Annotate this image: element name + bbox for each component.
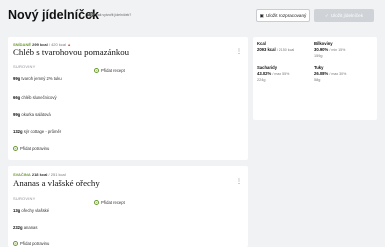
ingredient-amount: 13g: [13, 208, 21, 213]
ingredient-amount: 232g: [13, 225, 23, 230]
ingredient-row[interactable]: 13g ořechy vlašské: [13, 208, 49, 213]
plus-icon: +: [94, 200, 99, 205]
add-recipe-label: Přidat recept: [101, 200, 125, 205]
ingredient-name: ořechy vlašské: [21, 208, 50, 213]
protein-percent: 30.90%: [314, 47, 329, 52]
ingredient-name: okurka salátová: [21, 112, 51, 117]
plus-icon: +: [13, 241, 18, 246]
page-title: Nový jídelníček: [8, 8, 100, 22]
kcal-amount: 2093 kcal: [257, 47, 276, 52]
meal-tag: SVAČINA 218 kcal / 251 kcal: [13, 172, 66, 177]
ingredient-row[interactable]: 99g tvaroh jemný 2% tuku: [13, 76, 62, 81]
kcal-target: / 2150 kcal: [276, 48, 295, 52]
plus-icon: +: [13, 146, 18, 151]
meal-type: SVAČINA: [13, 172, 31, 177]
save-plan-button[interactable]: ✓ Uložit jídelníček: [314, 9, 374, 22]
protein-grams: 159g: [314, 54, 323, 58]
question-icon: ?: [89, 12, 94, 17]
save-icon: ▣: [259, 12, 264, 18]
ingredient-amount: 66g: [13, 95, 21, 100]
ingredient-amount: 99g: [13, 112, 21, 117]
ingredients-label: SUROVINY: [13, 64, 36, 69]
add-recipe-link[interactable]: + Přidat recept: [94, 68, 125, 73]
meal-card-snack: SVAČINA 218 kcal / 251 kcal Ananas a vla…: [8, 166, 248, 247]
ingredient-amount: 132g: [13, 129, 23, 134]
fat-grams: 58g: [314, 78, 321, 82]
ingredient-name: tvaroh jemný 2% tuku: [21, 76, 62, 81]
meal-name: Chléb s tvarohovou pomazánkou: [13, 47, 130, 57]
ingredient-row[interactable]: 232g ananas: [13, 225, 37, 230]
fat-percent: 26.08%: [314, 71, 329, 76]
save-draft-label: Uložit rozpracovaný: [266, 13, 307, 18]
add-food-link[interactable]: + Přidat potravinu: [13, 146, 49, 151]
add-food-link[interactable]: + Přidat potravinu: [13, 241, 49, 246]
check-icon: ✓: [324, 12, 329, 18]
fat-value: 26.08% / max 30%: [314, 71, 346, 76]
save-plan-label: Uložit jídelníček: [330, 13, 364, 18]
meal-name: Ananas a vlašské ořechy: [13, 178, 100, 188]
ingredient-name: sýr cottage - průměr: [23, 129, 62, 134]
carbs-value: 43.02% / max 55%: [257, 71, 289, 76]
kcal-value: 2093 kcal / 2150 kcal: [257, 47, 294, 52]
protein-label: Bílkoviny: [314, 41, 333, 46]
carbs-range: / max 55%: [272, 72, 290, 76]
help-link[interactable]: ? Jak vytvořit jídelníček?: [89, 12, 131, 17]
ingredient-row[interactable]: 66g chléb slunečnicový: [13, 95, 57, 100]
add-food-label: Přidat potravinu: [20, 241, 50, 246]
more-options-icon[interactable]: ⋮: [236, 179, 242, 185]
carbs-grams: 224g: [257, 78, 266, 82]
ingredient-amount: 99g: [13, 76, 21, 81]
plus-icon: +: [94, 68, 99, 73]
add-recipe-label: Přidat recept: [101, 68, 125, 73]
meal-kcal: 218 kcal: [31, 172, 48, 177]
fat-label: Tuky: [314, 65, 324, 70]
ingredients-label: SUROVINY: [13, 196, 36, 201]
ingredient-row[interactable]: 99g okurka salátová: [13, 112, 51, 117]
ingredient-name: ananas: [23, 225, 38, 230]
protein-range: / min 15%: [329, 48, 346, 52]
meal-kcal-target: / 251 kcal: [48, 172, 66, 177]
carbs-percent: 43.02%: [257, 71, 272, 76]
help-text: Jak vytvořit jídelníček?: [96, 12, 132, 17]
ingredient-row[interactable]: 132g sýr cottage - průměr: [13, 129, 61, 134]
meal-card-breakfast: SNÍDANĚ 299 kcal / 420 kcal ▲ Chléb s tv…: [8, 37, 248, 160]
carbs-label: Sacharidy: [257, 65, 278, 70]
add-food-label: Přidat potravinu: [20, 146, 50, 151]
nutrition-summary: Kcal 2093 kcal / 2150 kcal Bílkoviny 30.…: [253, 37, 377, 120]
kcal-label: Kcal: [257, 41, 266, 46]
fat-range: / max 30%: [329, 72, 347, 76]
add-recipe-link[interactable]: + Přidat recept: [94, 200, 125, 205]
save-draft-button[interactable]: ▣ Uložit rozpracovaný: [256, 9, 310, 22]
ingredient-name: chléb slunečnicový: [21, 95, 57, 100]
more-options-icon[interactable]: ⋮: [236, 49, 242, 55]
protein-value: 30.90% / min 15%: [314, 47, 345, 52]
